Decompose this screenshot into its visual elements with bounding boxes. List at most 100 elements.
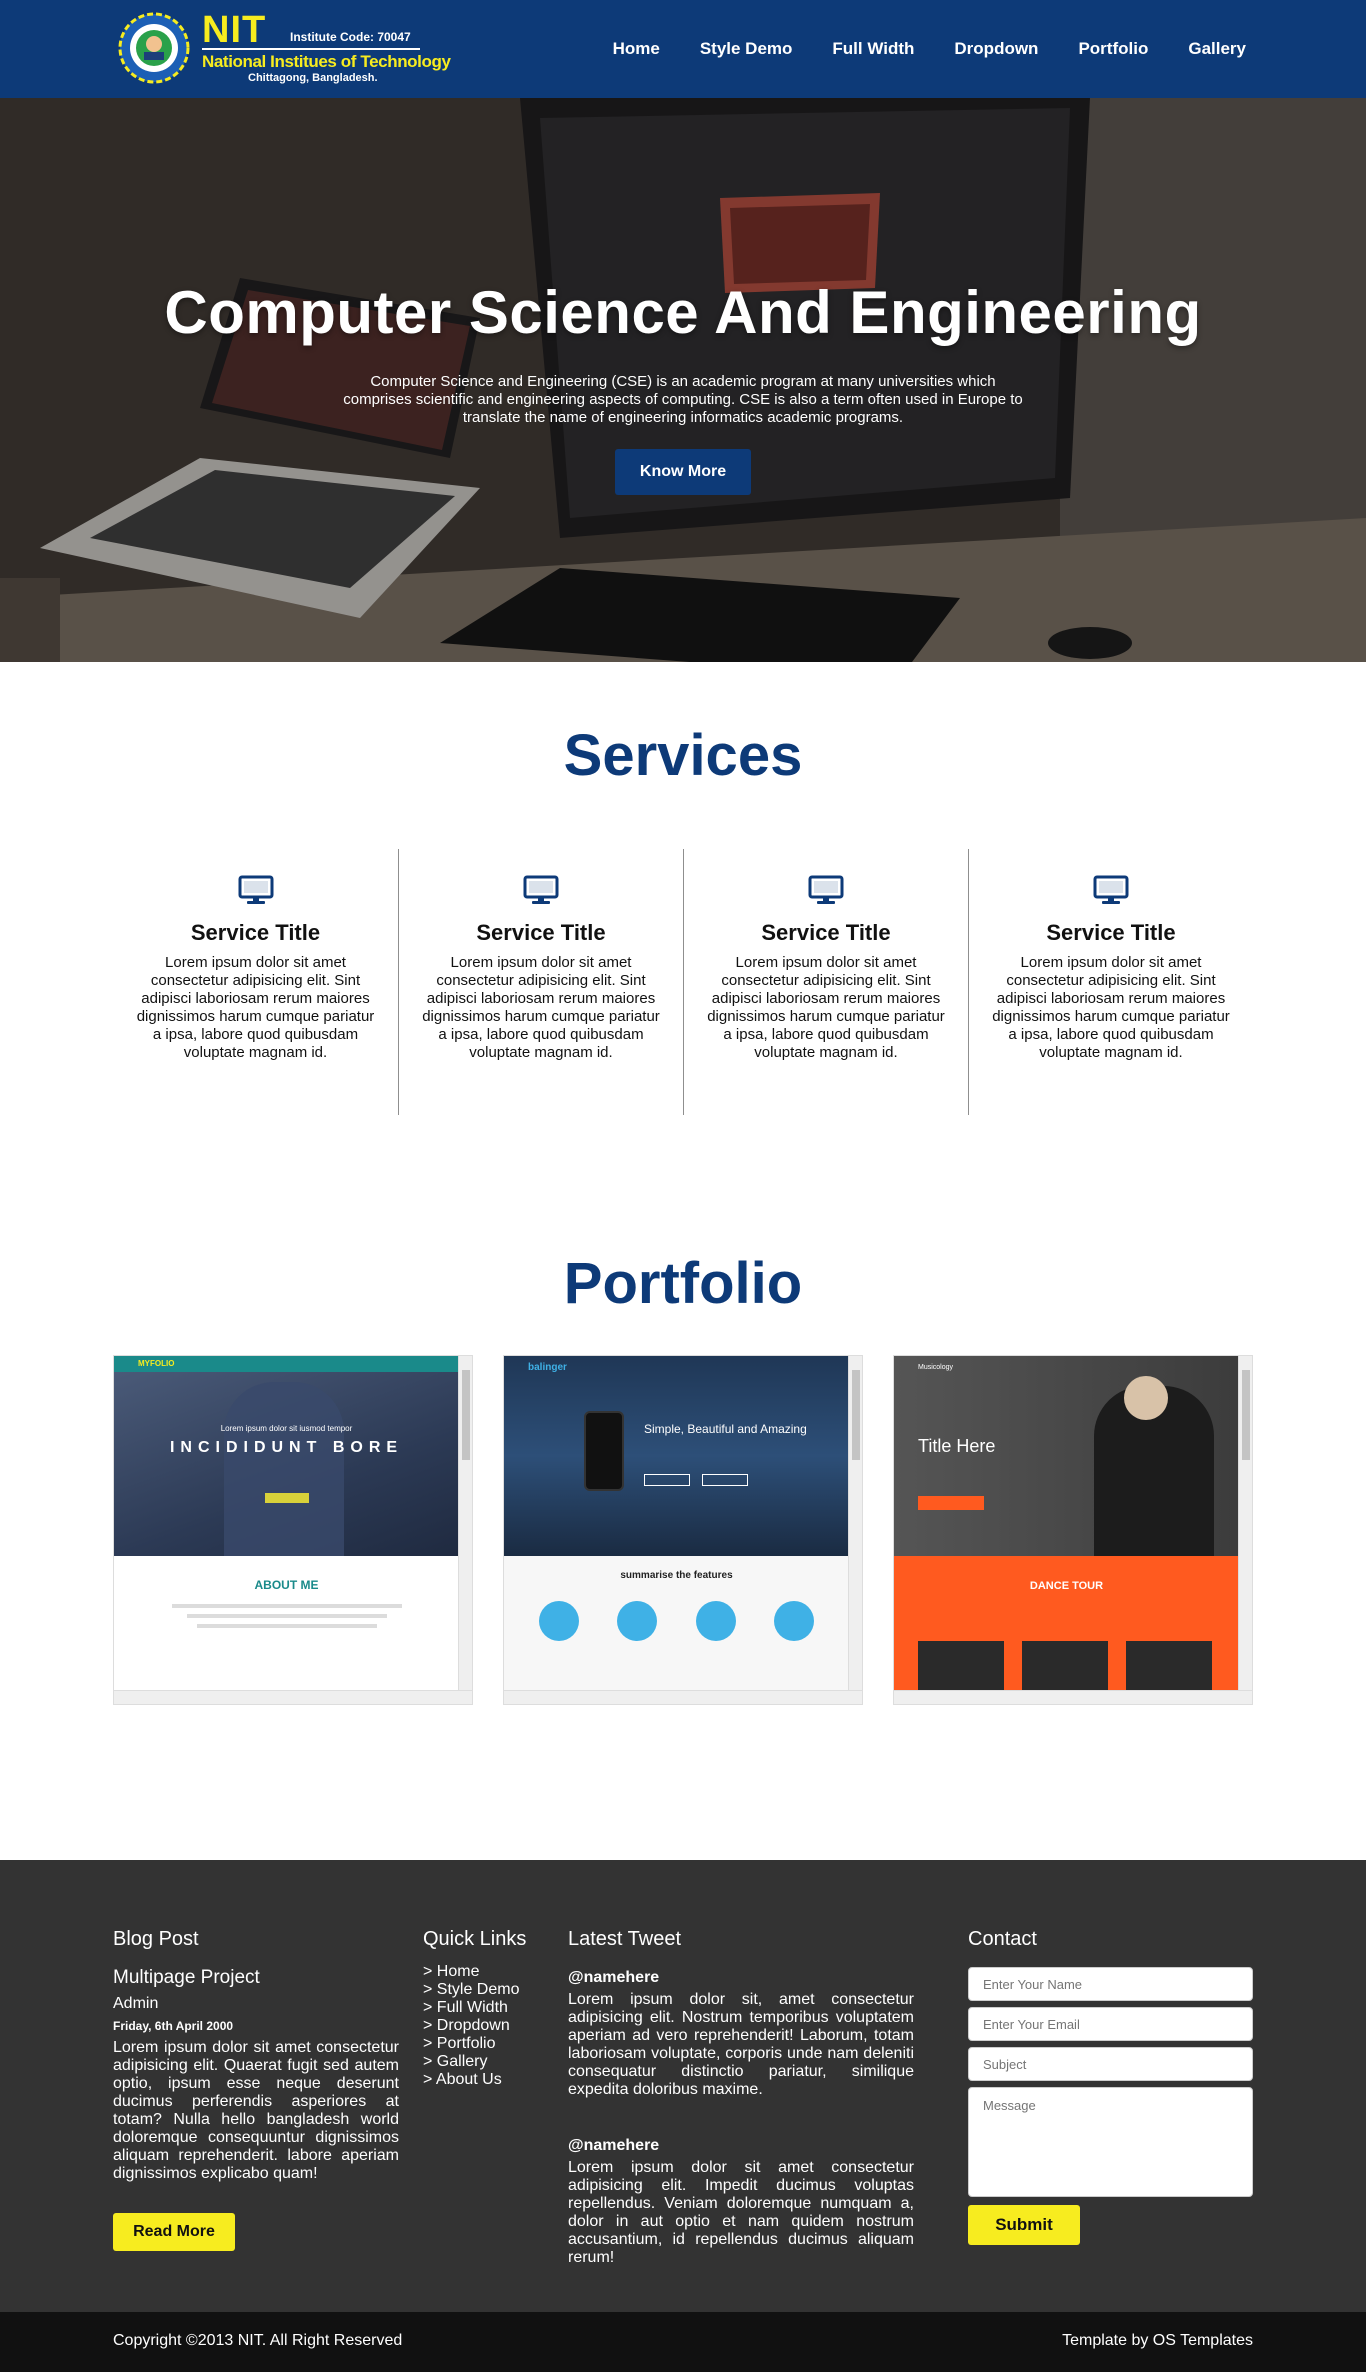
name-field[interactable] — [968, 1967, 1253, 2001]
service-text: Lorem ipsum dolor sit amet consectetur a… — [136, 954, 375, 1061]
monitor-icon — [238, 875, 273, 904]
site-logo[interactable]: NIT Institute Code: 70047 National Insti… — [116, 9, 451, 86]
vertical-scrollbar[interactable] — [458, 1356, 472, 1692]
vertical-scrollbar[interactable] — [1238, 1356, 1252, 1692]
nav-home[interactable]: Home — [613, 39, 660, 59]
read-more-button[interactable]: Read More — [113, 2213, 235, 2251]
preview-photo — [1022, 1641, 1108, 1691]
submit-button[interactable]: Submit — [968, 2205, 1080, 2245]
footer-link-full-width[interactable]: > Full Width — [423, 1999, 543, 2017]
services-grid: Service Title Lorem ipsum dolor sit amet… — [113, 849, 1253, 1115]
portfolio-item[interactable]: MYFOLIO Lorem ipsum dolor sit iusmod tem… — [113, 1355, 473, 1705]
nav-gallery[interactable]: Gallery — [1188, 39, 1246, 59]
service-text: Lorem ipsum dolor sit amet consectetur a… — [707, 954, 945, 1061]
preview-navbar: MYFOLIO — [114, 1356, 459, 1372]
monitor-icon — [808, 875, 844, 904]
blog-post-title[interactable]: Multipage Project — [113, 1967, 399, 1989]
logo-divider — [202, 48, 420, 50]
nav-portfolio[interactable]: Portfolio — [1078, 39, 1148, 59]
tweet-text: Lorem ipsum dolor sit amet consectetur a… — [568, 2159, 914, 2266]
scrollbar-thumb[interactable] — [852, 1370, 860, 1460]
preview-phone-shape — [584, 1411, 624, 1491]
horizontal-scrollbar[interactable] — [114, 1690, 472, 1704]
preview-button — [702, 1474, 748, 1486]
preview-feature-icons — [504, 1601, 849, 1641]
preview-hero: Musicology Title Here — [894, 1356, 1239, 1556]
service-title: Service Title — [476, 920, 606, 945]
preview-text-line — [186, 1614, 387, 1618]
institute-name: National Institues of Technology — [202, 52, 451, 71]
tweet-handle[interactable]: @namehere — [568, 1969, 914, 1987]
nav-full-width[interactable]: Full Width — [832, 39, 914, 59]
portfolio-preview: MYFOLIO Lorem ipsum dolor sit iusmod tem… — [114, 1356, 459, 1691]
preview-photo — [918, 1641, 1004, 1691]
feature-circle-icon — [773, 1601, 814, 1641]
site-footer: Blog Post Multipage Project Admin Friday… — [0, 1860, 1366, 2312]
preview-photo — [1126, 1641, 1212, 1691]
hero-content: Computer Science And Engineering Compute… — [0, 278, 1366, 495]
scrollbar-thumb[interactable] — [462, 1370, 470, 1460]
portfolio-title: Portfolio — [563, 1251, 803, 1316]
monitor-icon — [1093, 875, 1129, 904]
service-text: Lorem ipsum dolor sit amet consectetur a… — [422, 954, 660, 1061]
service-card: Service Title Lorem ipsum dolor sit amet… — [398, 849, 683, 1115]
template-credit[interactable]: Template by OS Templates — [1062, 2332, 1253, 2350]
footer-link-dropdown[interactable]: > Dropdown — [423, 2017, 543, 2035]
hero-banner: Computer Science And Engineering Compute… — [0, 98, 1366, 662]
horizontal-scrollbar[interactable] — [894, 1690, 1252, 1704]
preview-text-line — [171, 1604, 402, 1608]
footer-link-style-demo[interactable]: > Style Demo — [423, 1981, 543, 1999]
logo-title: NIT — [202, 9, 267, 51]
footer-quick-links: Quick Links > Home > Style Demo > Full W… — [423, 1928, 543, 2089]
preview-dancer-head — [1124, 1376, 1168, 1420]
portfolio-preview: Musicology Title Here DANCE TOUR — [894, 1356, 1239, 1691]
preview-hero: balinger Simple, Beautiful and Amazing — [504, 1356, 849, 1556]
blog-heading: Blog Post — [113, 1928, 199, 1950]
links-heading: Quick Links — [423, 1928, 527, 1950]
message-field[interactable] — [968, 2087, 1253, 2197]
footer-link-about-us[interactable]: > About Us — [423, 2071, 543, 2089]
service-title: Service Title — [190, 920, 321, 945]
copyright-text: Copyright ©2013 NIT. All Right Reserved — [113, 2332, 403, 2349]
email-field[interactable] — [968, 2007, 1253, 2041]
portfolio-section: Portfolio MYFOLIO Lorem ipsum dolor sit … — [0, 1250, 1366, 1860]
institute-location: Chittagong, Bangladesh. — [248, 72, 378, 84]
service-title: Service Title — [761, 920, 891, 945]
footer-blog: Blog Post Multipage Project Admin Friday… — [113, 1928, 399, 2251]
monitor-icon — [523, 875, 559, 904]
blog-excerpt: Lorem ipsum dolor sit amet consectetur a… — [113, 2039, 399, 2182]
preview-section-title: DANCE TOUR — [1029, 1580, 1104, 1592]
portfolio-item[interactable]: balinger Simple, Beautiful and Amazing s… — [503, 1355, 863, 1705]
footer-link-home[interactable]: > Home — [423, 1963, 543, 1981]
hero-description: Computer Science and Engineering (CSE) i… — [343, 373, 1023, 426]
portfolio-grid: MYFOLIO Lorem ipsum dolor sit iusmod tem… — [113, 1355, 1253, 1705]
feature-circle-icon — [695, 1601, 736, 1641]
tweet-handle[interactable]: @namehere — [568, 2137, 914, 2155]
subject-field[interactable] — [968, 2047, 1253, 2081]
portfolio-item[interactable]: Musicology Title Here DANCE TOUR — [893, 1355, 1253, 1705]
blog-date: Friday, 6th April 2000 — [113, 2019, 234, 2033]
footer-link-portfolio[interactable]: > Portfolio — [423, 2035, 543, 2053]
service-card: Service Title Lorem ipsum dolor sit amet… — [683, 849, 968, 1115]
horizontal-scrollbar[interactable] — [504, 1690, 862, 1704]
hero-title: Computer Science And Engineering — [164, 279, 1202, 346]
preview-text-line — [196, 1624, 377, 1628]
scrollbar-thumb[interactable] — [1242, 1370, 1250, 1460]
footer-link-gallery[interactable]: > Gallery — [423, 2053, 543, 2071]
gear-emblem-icon — [118, 12, 190, 84]
preview-headline: Title Here — [918, 1436, 996, 1456]
preview-tagline: Lorem ipsum dolor sit iusmod tempor — [220, 1424, 353, 1433]
blog-author: Admin — [113, 1995, 159, 2012]
institute-code: Institute Code: 70047 — [290, 30, 411, 44]
nav-dropdown[interactable]: Dropdown — [954, 39, 1038, 59]
preview-button — [264, 1493, 309, 1503]
tweet-heading: Latest Tweet — [568, 1928, 682, 1950]
preview-brand: balinger — [528, 1362, 567, 1373]
portfolio-preview: balinger Simple, Beautiful and Amazing s… — [504, 1356, 849, 1691]
know-more-button[interactable]: Know More — [615, 449, 751, 495]
vertical-scrollbar[interactable] — [848, 1356, 862, 1692]
preview-tour: DANCE TOUR — [894, 1556, 1239, 1691]
services-title: Services — [563, 723, 803, 788]
preview-section-title: summarise the features — [620, 1570, 733, 1581]
nav-style-demo[interactable]: Style Demo — [700, 39, 793, 59]
